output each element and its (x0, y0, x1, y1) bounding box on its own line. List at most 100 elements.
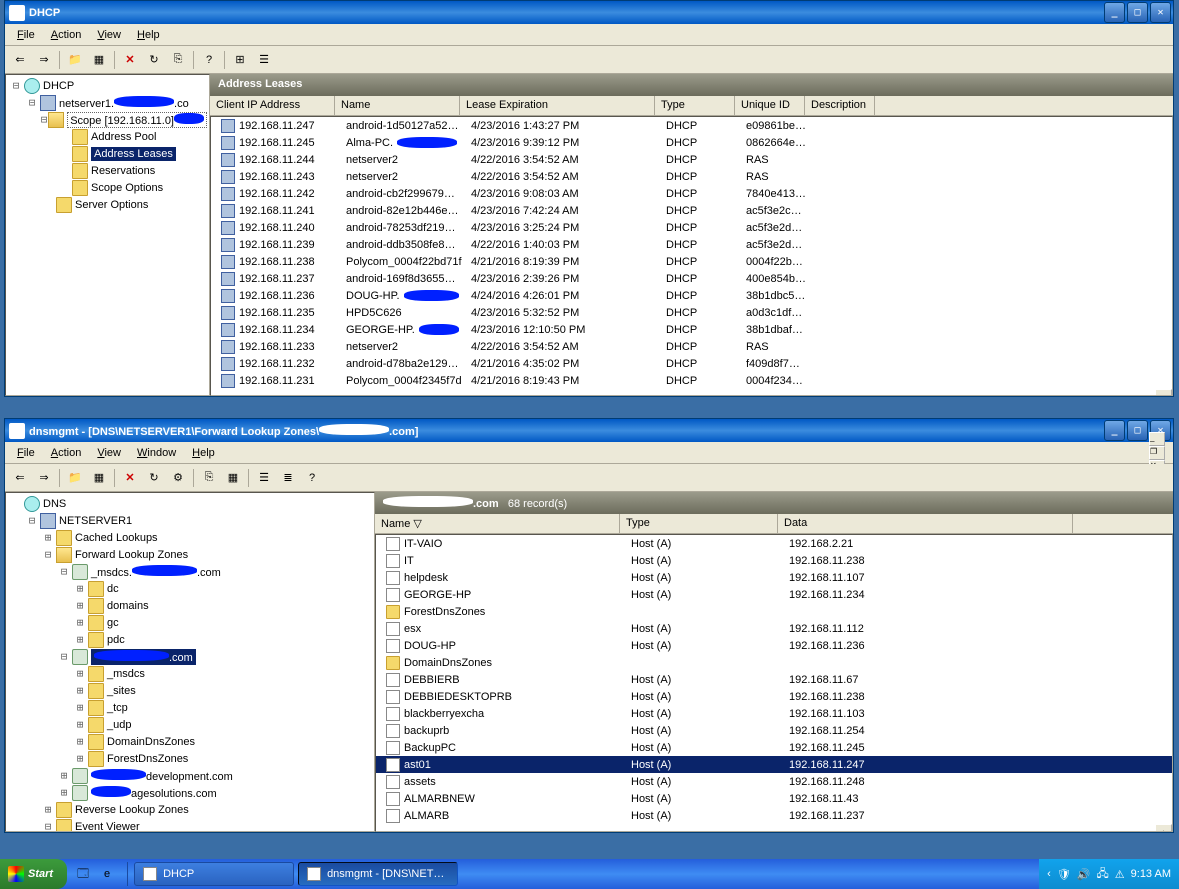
record-row[interactable]: ast01Host (A)192.168.11.247 (376, 756, 1172, 773)
scrollbar[interactable]: ▲ ▼ (1155, 389, 1172, 396)
lease-row[interactable]: 192.168.11.239android-ddb3508fe8…4/22/20… (211, 236, 1172, 253)
menu-view[interactable]: View (89, 444, 129, 462)
scrollbar[interactable]: ▲ ▼ (1155, 824, 1172, 832)
lease-row[interactable]: 192.168.11.237android-169f8d3655…4/23/20… (211, 270, 1172, 287)
tray-icon[interactable]: ‹ (1047, 868, 1051, 880)
tree-item[interactable]: Address Pool (8, 128, 207, 145)
minimize-button[interactable]: _ (1104, 2, 1125, 23)
lease-row[interactable]: 192.168.11.232android-d78ba2e129…4/21/20… (211, 355, 1172, 372)
tree-item[interactable]: ⊞dc (8, 580, 372, 597)
menu-help[interactable]: Help (129, 26, 168, 44)
column-header[interactable]: Type (620, 514, 778, 533)
record-row[interactable]: BackupPCHost (A)192.168.11.245 (376, 739, 1172, 756)
details-button[interactable]: ≣ (277, 467, 299, 489)
tree-item[interactable]: ⊞DomainDnsZones (8, 733, 372, 750)
menu-help[interactable]: Help (184, 444, 223, 462)
record-row[interactable]: backuprbHost (A)192.168.11.254 (376, 722, 1172, 739)
help-button[interactable]: ? (198, 49, 220, 71)
delete-button[interactable]: ✕ (119, 49, 141, 71)
lease-row[interactable]: 192.168.11.235HPD5C6264/23/2016 5:32:52 … (211, 304, 1172, 321)
tree-item[interactable]: ⊞domains (8, 597, 372, 614)
tree-item[interactable]: Scope Options (8, 179, 207, 196)
tree-item[interactable]: Address Leases (8, 145, 207, 162)
warning-icon[interactable]: ⚠ (1115, 868, 1125, 881)
menu-action[interactable]: Action (43, 444, 90, 462)
lease-row[interactable]: 192.168.11.236DOUG-HP.4/24/2016 4:26:01 … (211, 287, 1172, 304)
expander-icon[interactable]: ⊞ (72, 752, 88, 765)
up-button[interactable]: 📁 (64, 467, 86, 489)
clock[interactable]: 9:13 AM (1131, 868, 1171, 880)
record-row[interactable]: ForestDnsZones (376, 603, 1172, 620)
expander-icon[interactable]: ⊞ (72, 616, 88, 629)
mdi-restore-button[interactable]: ❐ (1149, 446, 1165, 460)
scroll-up-button[interactable]: ▲ (1155, 389, 1172, 396)
column-header[interactable]: Name ▽ (375, 514, 620, 533)
record-row[interactable]: DEBBIEDESKTOPRBHost (A)192.168.11.238 (376, 688, 1172, 705)
maximize-button[interactable]: □ (1127, 420, 1148, 441)
record-row[interactable]: DOUG-HPHost (A)192.168.11.236 (376, 637, 1172, 654)
minimize-button[interactable]: _ (1104, 420, 1125, 441)
network-icon[interactable]: 🖧 (1097, 865, 1109, 884)
mdi-minimize-button[interactable]: _ (1149, 432, 1165, 446)
volume-icon[interactable]: 🔊 (1077, 868, 1091, 881)
start-button[interactable]: Start (0, 859, 67, 889)
record-row[interactable]: IT-VAIOHost (A)192.168.2.21 (376, 535, 1172, 552)
tree-item[interactable]: ⊟Scope [192.168.11.0] (8, 111, 207, 128)
record-row[interactable]: ALMARBHost (A)192.168.11.237 (376, 807, 1172, 824)
record-row[interactable]: DomainDnsZones (376, 654, 1172, 671)
tree-item[interactable]: ⊞agesolutions.com (8, 784, 372, 801)
expander-icon[interactable]: ⊟ (24, 96, 40, 109)
tree-item[interactable]: ⊞gc (8, 614, 372, 631)
up-button[interactable]: 📁 (64, 49, 86, 71)
lease-row[interactable]: 192.168.11.231Polycom_0004f2345f7d4/21/2… (211, 372, 1172, 389)
export-button[interactable]: ⎘ (167, 49, 189, 71)
expander-icon[interactable]: ⊞ (72, 718, 88, 731)
tree-item[interactable]: ⊟Event Viewer (8, 818, 372, 832)
refresh-button[interactable]: ↻ (143, 49, 165, 71)
back-button[interactable]: ⇐ (9, 467, 31, 489)
tree-item[interactable]: ⊞_tcp (8, 699, 372, 716)
menu-file[interactable]: File (9, 26, 43, 44)
tree-item[interactable]: ⊞Cached Lookups (8, 529, 372, 546)
lease-row[interactable]: 192.168.11.243netserver24/22/2016 3:54:5… (211, 168, 1172, 185)
tree-item[interactable]: ⊟Forward Lookup Zones (8, 546, 372, 563)
lease-row[interactable]: 192.168.11.244netserver24/22/2016 3:54:5… (211, 151, 1172, 168)
record-row[interactable]: esxHost (A)192.168.11.112 (376, 620, 1172, 637)
menu-view[interactable]: View (89, 26, 129, 44)
dhcp-list-body[interactable]: 192.168.11.247android-1d50127a52…4/23/20… (210, 116, 1173, 396)
properties-button[interactable]: ▦ (88, 49, 110, 71)
tree-item[interactable]: ⊟NETSERVER1 (8, 512, 372, 529)
dns-titlebar[interactable]: dnsmgmt - [DNS\NETSERVER1\Forward Lookup… (5, 419, 1173, 442)
tree-item[interactable]: ⊟netserver1..co (8, 94, 207, 111)
ie-icon[interactable]: e (97, 864, 117, 884)
column-header[interactable]: Data (778, 514, 1073, 533)
maximize-button[interactable]: □ (1127, 2, 1148, 23)
lease-row[interactable]: 192.168.11.233netserver24/22/2016 3:54:5… (211, 338, 1172, 355)
dhcp-tree-pane[interactable]: ⊟DHCP⊟netserver1..co⊟Scope [192.168.11.0… (5, 74, 210, 396)
column-header[interactable]: Description (805, 96, 875, 115)
tree-item[interactable]: DNS (8, 495, 372, 512)
tree-item[interactable]: ⊞_sites (8, 682, 372, 699)
lease-row[interactable]: 192.168.11.242android-cb2f299679…4/23/20… (211, 185, 1172, 202)
taskbar-task[interactable]: dnsmgmt - [DNS\NET… (298, 862, 458, 886)
dns-tree-pane[interactable]: DNS⊟NETSERVER1⊞Cached Lookups⊟Forward Lo… (5, 492, 375, 832)
expander-icon[interactable]: ⊟ (56, 565, 72, 578)
expander-icon[interactable]: ⊞ (56, 786, 72, 799)
expander-icon[interactable]: ⊞ (72, 633, 88, 646)
expander-icon[interactable]: ⊟ (40, 113, 48, 126)
delete-button[interactable]: ✕ (119, 467, 141, 489)
expander-icon[interactable]: ⊞ (72, 667, 88, 680)
tree-item[interactable]: ⊞development.com (8, 767, 372, 784)
record-row[interactable]: assetsHost (A)192.168.11.248 (376, 773, 1172, 790)
column-header[interactable]: Name (335, 96, 460, 115)
tree-item[interactable]: Reservations (8, 162, 207, 179)
expander-icon[interactable]: ⊞ (40, 531, 56, 544)
menu-file[interactable]: File (9, 444, 43, 462)
expander-icon[interactable]: ⊟ (56, 650, 72, 663)
scroll-up-button[interactable]: ▲ (1155, 824, 1172, 832)
view-button[interactable]: ▦ (222, 467, 244, 489)
forward-button[interactable]: ⇒ (33, 467, 55, 489)
columns-button[interactable]: ⊞ (229, 49, 251, 71)
expander-icon[interactable]: ⊞ (72, 701, 88, 714)
expander-icon[interactable]: ⊞ (72, 684, 88, 697)
